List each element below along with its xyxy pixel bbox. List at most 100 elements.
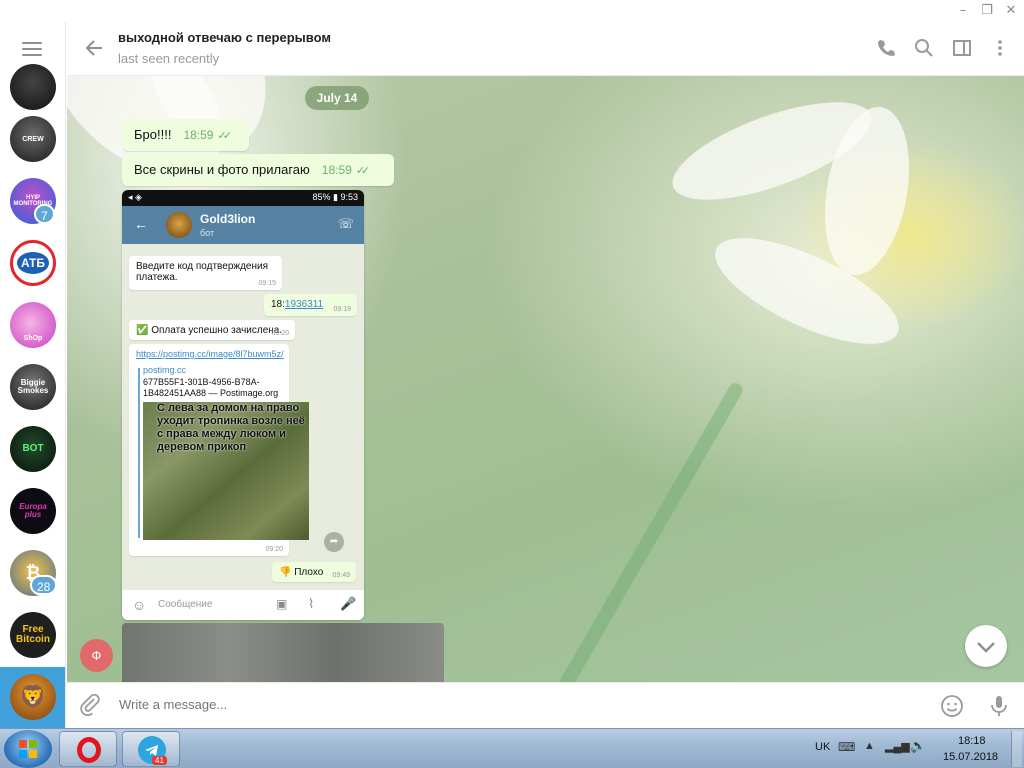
- phone-chat-header: ← Gold3lion бот ☏: [122, 206, 364, 244]
- read-checks-icon: ✓✓: [217, 130, 232, 142]
- chat-title[interactable]: выходной отвечаю с перерывом: [118, 30, 331, 45]
- language-indicator[interactable]: UK: [815, 741, 830, 753]
- phone-message-text: 18:: [271, 299, 285, 310]
- avatar-label: CREW: [22, 135, 44, 143]
- tray-expand-icon[interactable]: ▲: [864, 740, 875, 752]
- avatar-label: BOT: [22, 443, 44, 454]
- avatar-label: Europa plus: [19, 502, 47, 519]
- search-icon[interactable]: [914, 38, 934, 58]
- message-time: 18:59: [183, 128, 214, 142]
- phone-bot-sub: бот: [200, 228, 215, 238]
- read-checks-icon: ✓✓: [355, 165, 371, 177]
- photo-caption: С лева за домом на право уходит тропинка…: [157, 402, 305, 453]
- show-desktop-button[interactable]: [1011, 731, 1022, 767]
- chat-list-rail: CREW HYIP MONITORING 7 АТБ ShOp Biggie S…: [0, 22, 66, 728]
- phone-message-text: Введите код подтверждения платежа.: [136, 261, 268, 283]
- lion-icon: 🦁: [19, 684, 47, 709]
- clock-time[interactable]: 18:18: [958, 735, 986, 747]
- phone-message-time: 09:15: [258, 280, 276, 287]
- message-time: 18:59: [321, 163, 352, 177]
- chat-avatar-biggie[interactable]: Biggie Smokes: [10, 364, 56, 410]
- phone-emoji-icon: ☺: [132, 597, 147, 613]
- phone-back-icon: ←: [134, 216, 148, 232]
- chat-avatar-shop[interactable]: ShOp: [10, 302, 56, 348]
- link-preview-site: postimg.cc: [143, 365, 187, 375]
- phone-message-input: ☺ Сообщение ▣ ⌇ 🎤: [122, 590, 364, 620]
- menu-icon[interactable]: [22, 42, 42, 56]
- taskbar-telegram-button[interactable]: 41: [122, 731, 180, 767]
- chat-avatar-bot[interactable]: BOT: [10, 426, 56, 472]
- phone-message-time: 09:19: [333, 306, 351, 313]
- notification-icons: ◂ ◈: [128, 192, 142, 202]
- avatar-label: Biggie Smokes: [17, 378, 49, 395]
- chat-avatar-lion[interactable]: 🦁: [10, 674, 56, 720]
- sender-avatar[interactable]: Ф: [80, 639, 113, 672]
- chevron-down-icon: [977, 642, 995, 653]
- chat-status: last seen recently: [118, 51, 220, 66]
- chat-avatar-atb[interactable]: АТБ: [10, 240, 56, 286]
- active-chat-row[interactable]: 🦁: [0, 667, 65, 728]
- restore-button[interactable]: ❐: [976, 2, 998, 20]
- phone-message-link: 1936311: [284, 299, 324, 310]
- phone-message: Введите код подтверждения платежа. 09:15: [129, 256, 282, 290]
- avatar-label: Free Bitcoin: [16, 624, 50, 645]
- chat-avatar-crew[interactable]: CREW: [10, 116, 56, 162]
- phone-link-message: https://postimg.cc/image/8l7buwm5z/ post…: [129, 344, 309, 556]
- phone-sticker-icon: ▣: [276, 597, 288, 611]
- phone-bot-avatar: [166, 212, 192, 238]
- link-preview-title: 677B55F1-301B-4956-B78A-1B482451AA88 — P…: [143, 377, 279, 398]
- keyboard-icon[interactable]: ⌨: [838, 740, 855, 754]
- attach-icon[interactable]: [77, 694, 101, 718]
- network-icon[interactable]: ▂▄▆: [885, 740, 910, 753]
- start-button[interactable]: [4, 730, 52, 768]
- opera-icon: [77, 737, 101, 763]
- volume-icon[interactable]: 🔈: [910, 738, 926, 754]
- more-options-icon[interactable]: [990, 38, 1010, 58]
- phone-message-time: 09:49: [332, 572, 350, 579]
- phone-message-time: 09:20: [271, 330, 289, 337]
- window-title-strip: – ❐ ✕: [0, 0, 1024, 22]
- link-preview-bar: [138, 368, 140, 538]
- screenshot-image[interactable]: ◂ ◈ 85% ▮ 9:53 ← Gold3lion бот ☏ Введите…: [122, 190, 364, 620]
- chat-avatar-1[interactable]: [10, 64, 56, 110]
- phone-mic-icon: 🎤: [340, 596, 357, 611]
- chat-avatar-freebitcoin[interactable]: Free Bitcoin: [10, 612, 56, 658]
- message-input[interactable]: [119, 697, 899, 712]
- windows-logo-icon: [19, 740, 37, 758]
- clock-date[interactable]: 15.07.2018: [943, 751, 998, 763]
- background-stem: [522, 380, 746, 682]
- windows-taskbar: 41 UK ⌨ ▲ ▂▄▆ 🔈 18:18 15.07.2018: [0, 728, 1024, 768]
- phone-bot-name: Gold3lion: [200, 212, 256, 226]
- emoji-icon[interactable]: [940, 694, 964, 718]
- phone-input-placeholder: Сообщение: [158, 599, 213, 610]
- share-icon: ➦: [324, 532, 344, 552]
- phone-status-bar: ◂ ◈ 85% ▮ 9:53: [122, 190, 364, 206]
- message-composer: [67, 682, 1024, 728]
- message-bubble[interactable]: Бро!!!! 18:59 ✓✓: [122, 119, 249, 151]
- phone-attach-icon: ⌇: [308, 596, 315, 611]
- telegram-unread-badge: 41: [152, 756, 167, 765]
- unread-badge: 28: [30, 575, 58, 595]
- microphone-icon[interactable]: [987, 694, 1011, 718]
- close-button[interactable]: ✕: [1000, 2, 1022, 20]
- side-panel-icon[interactable]: [952, 38, 972, 58]
- phone-call-icon[interactable]: [876, 38, 896, 58]
- chat-area: July 14 Бро!!!! 18:59 ✓✓ Все скрины и фото…: [67, 76, 1024, 682]
- phone-message: ✅ Оплата успешно зачислена. 09:20: [129, 320, 295, 340]
- link-preview-photo: С лева за домом на право уходит тропинка…: [143, 402, 309, 540]
- back-arrow-icon[interactable]: [83, 37, 105, 59]
- phone-message-time: 09:20: [265, 546, 283, 553]
- phone-status-text: 85% ▮ 9:53: [312, 192, 358, 202]
- taskbar-opera-button[interactable]: [59, 731, 117, 767]
- message-bubble[interactable]: Все скрины и фото прилагаю 18:59 ✓✓: [122, 154, 394, 186]
- message-text: Все скрины и фото прилагаю: [134, 162, 310, 177]
- phone-message: 👎 Плохо 09:49: [272, 562, 356, 582]
- chat-header: выходной отвечаю с перерывом last seen r…: [67, 22, 1024, 76]
- minimize-button[interactable]: –: [952, 2, 974, 20]
- chat-avatar-europa[interactable]: Europa plus: [10, 488, 56, 534]
- photo-message[interactable]: [122, 623, 444, 682]
- date-separator: July 14: [305, 86, 369, 110]
- scroll-down-button[interactable]: [965, 625, 1007, 667]
- phone-message-text: ✅ Оплата успешно зачислена.: [136, 325, 283, 336]
- avatar-label: ShOp: [23, 334, 43, 342]
